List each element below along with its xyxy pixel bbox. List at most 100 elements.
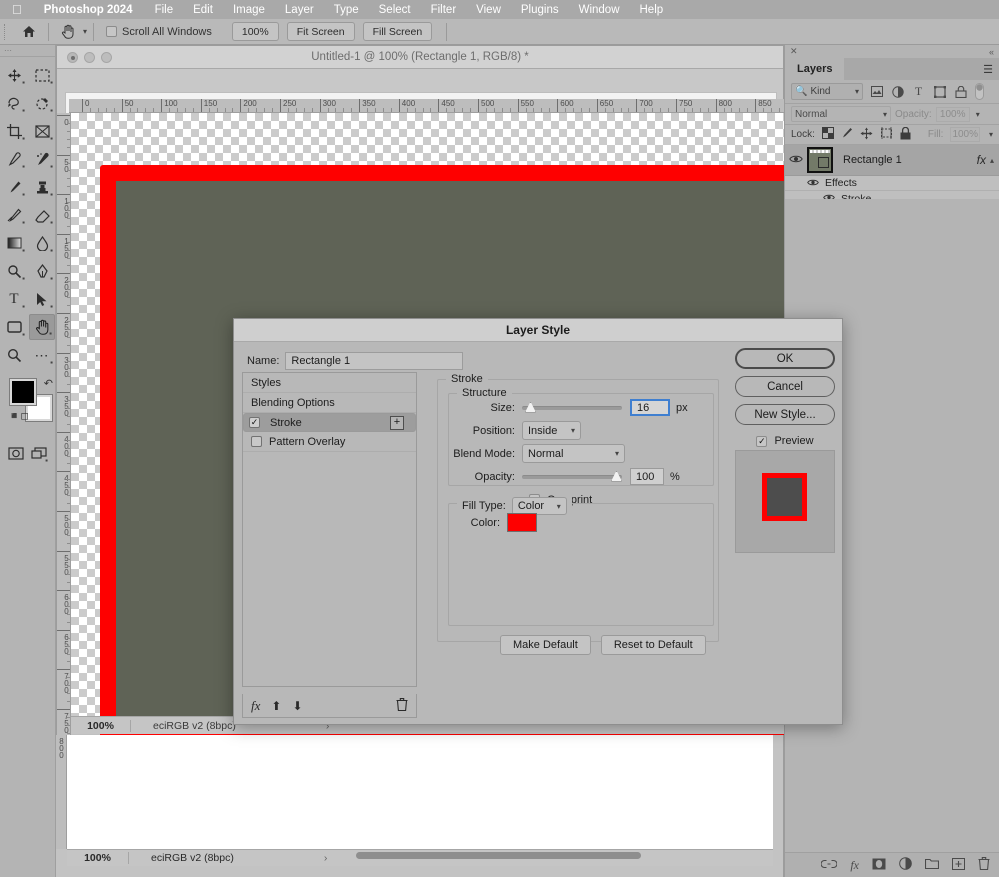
filter-smart-object-icon[interactable] — [953, 83, 968, 100]
hand-tool[interactable]: ▪ — [29, 314, 55, 340]
effects-eye-icon[interactable] — [807, 178, 819, 189]
position-chevron-down-icon[interactable]: ▾ — [571, 426, 575, 435]
delete-effect-icon[interactable] — [396, 697, 408, 714]
menu-item-filter[interactable]: Filter — [421, 4, 467, 16]
menu-item-view[interactable]: View — [466, 4, 511, 16]
path-selection-tool[interactable]: ▪ — [29, 286, 55, 312]
blend-mode-chevron-down-icon-dialog[interactable]: ▾ — [615, 449, 619, 458]
preview-checkbox[interactable]: ✓ — [756, 435, 768, 447]
panel-menu-icon[interactable]: ☰ — [983, 63, 993, 76]
scroll-all-windows-box[interactable] — [106, 26, 118, 37]
add-layer-mask-icon[interactable] — [872, 858, 886, 873]
stroke-enabled-checkbox[interactable]: ✓ — [249, 417, 260, 428]
fit-screen-button[interactable]: Fit Screen — [286, 22, 355, 41]
styles-list-item-pattern-overlay[interactable]: Pattern Overlay — [243, 432, 416, 452]
object-selection-tool[interactable]: ▪ — [29, 90, 55, 116]
layer-name-label[interactable]: Rectangle 1 — [833, 154, 977, 166]
reset-to-default-button[interactable]: Reset to Default — [600, 635, 706, 655]
blend-mode-select-dialog[interactable]: Normal ▾ — [522, 444, 625, 463]
scroll-all-windows-checkbox[interactable]: Scroll All Windows — [100, 26, 218, 38]
tab-layers[interactable]: Layers — [785, 58, 845, 80]
history-brush-tool[interactable]: ▪ — [1, 202, 27, 228]
eraser-tool[interactable]: ▪ — [29, 202, 55, 228]
layer-effects-row[interactable]: Effects — [785, 176, 999, 191]
opacity-chevron-down-icon[interactable]: ▾ — [976, 110, 980, 119]
lower-canvas-white[interactable] — [67, 735, 773, 849]
pen-tool[interactable]: ▪ — [29, 258, 55, 284]
menu-item-edit[interactable]: Edit — [183, 4, 223, 16]
tools-panel-grip[interactable]: ⋯ — [0, 45, 55, 57]
fill-screen-button[interactable]: Fill Screen — [362, 22, 433, 41]
status-zoom-level[interactable]: 100% — [71, 719, 131, 732]
fill-type-chevron-down-icon[interactable]: ▾ — [557, 502, 561, 511]
horizontal-ruler[interactable]: 0 50 100 150 200 250 300 350 400 450 500 550 600 650 7… — [69, 99, 785, 113]
app-name-label[interactable]: Photoshop 2024 — [32, 4, 145, 16]
opacity-input[interactable]: 100 — [630, 468, 664, 485]
foreground-color-swatch[interactable] — [10, 379, 36, 405]
eyedropper-tool[interactable]: ▪ — [1, 146, 27, 172]
name-input[interactable]: Rectangle 1 — [285, 352, 464, 370]
zoom-tool[interactable] — [1, 342, 27, 368]
fill-chevron-down-icon[interactable]: ▾ — [989, 130, 993, 139]
hand-tool-icon[interactable] — [55, 21, 81, 43]
pattern-overlay-checkbox[interactable] — [251, 436, 262, 447]
blur-tool[interactable]: ▪ — [29, 230, 55, 256]
frame-tool[interactable]: ▪ — [29, 118, 55, 144]
apple-logo-icon[interactable]:  — [8, 3, 32, 16]
menu-item-file[interactable]: File — [145, 4, 184, 16]
menu-item-window[interactable]: Window — [569, 4, 630, 16]
layer-fx-badge[interactable]: fx — [977, 153, 990, 167]
filter-pixel-icon[interactable] — [869, 83, 884, 100]
lower-status-zoom-level[interactable]: 100% — [67, 852, 129, 864]
clone-stamp-tool[interactable]: ▪ — [29, 174, 55, 200]
quick-mask-icon[interactable] — [5, 440, 27, 466]
collapse-panel-icon[interactable]: « — [989, 47, 994, 57]
tool-preset-chevron-down-icon[interactable]: ▾ — [83, 27, 87, 36]
filter-shape-icon[interactable] — [932, 83, 947, 100]
lock-artboard-nesting-icon[interactable] — [880, 127, 893, 142]
home-icon[interactable] — [16, 21, 42, 43]
delete-layer-icon[interactable] — [978, 857, 990, 873]
add-stroke-effect-button[interactable]: + — [390, 415, 404, 430]
swap-colors-icon[interactable]: ↶ — [44, 377, 53, 390]
cancel-button[interactable]: Cancel — [735, 376, 835, 397]
layer-thumbnail[interactable] — [807, 147, 833, 173]
size-slider[interactable] — [522, 401, 622, 413]
spot-healing-brush-tool[interactable]: ▪ — [29, 146, 55, 172]
brush-tool[interactable]: ▪ — [1, 174, 27, 200]
menu-item-image[interactable]: Image — [223, 4, 275, 16]
screen-mode-icon[interactable]: ▪ — [29, 440, 51, 466]
make-default-button[interactable]: Make Default — [500, 635, 591, 655]
lasso-tool[interactable]: ▪ — [1, 90, 27, 116]
position-select[interactable]: Inside ▾ — [522, 421, 581, 440]
default-colors-icon[interactable]: ◾◻ — [8, 411, 29, 422]
crop-tool[interactable]: ▪ — [1, 118, 27, 144]
styles-list-item-stroke[interactable]: ✓ Stroke + — [243, 413, 416, 432]
filter-kind-chevron-down-icon[interactable]: ▾ — [855, 87, 859, 96]
lock-image-pixels-icon[interactable] — [841, 127, 853, 142]
menu-item-type[interactable]: Type — [324, 4, 369, 16]
fx-icon[interactable]: fx — [251, 698, 260, 714]
filter-type-icon[interactable]: T — [911, 83, 926, 100]
horizontal-scrollbar[interactable] — [356, 852, 641, 859]
styles-list-item-styles[interactable]: Styles — [243, 373, 416, 393]
fill-value[interactable]: 100% — [950, 127, 980, 142]
lock-all-icon[interactable] — [900, 126, 911, 143]
filter-toggle-icon[interactable] — [974, 83, 984, 100]
menu-item-plugins[interactable]: Plugins — [511, 4, 569, 16]
menu-item-layer[interactable]: Layer — [275, 4, 324, 16]
menu-item-help[interactable]: Help — [630, 4, 674, 16]
new-style-button[interactable]: New Style... — [735, 404, 835, 425]
options-bar-grip[interactable] — [4, 23, 12, 40]
new-adjustment-layer-icon[interactable] — [899, 857, 912, 873]
document-title-bar[interactable]: Untitled-1 @ 100% (Rectangle 1, RGB/8) * — [57, 46, 783, 69]
zoom-100-button[interactable]: 100% — [231, 22, 279, 41]
dialog-title-bar[interactable]: Layer Style — [234, 319, 842, 342]
chevron-up-icon[interactable]: ▴ — [990, 156, 999, 165]
filter-kind-select[interactable]: 🔍 Kind ▾ — [791, 83, 863, 100]
rectangular-marquee-tool[interactable]: ▪ — [29, 62, 55, 88]
type-tool[interactable]: T ▪ — [1, 286, 27, 312]
new-group-icon[interactable] — [924, 858, 940, 872]
gradient-tool[interactable]: ▪ — [1, 230, 27, 256]
stroke-color-swatch[interactable] — [507, 513, 537, 532]
